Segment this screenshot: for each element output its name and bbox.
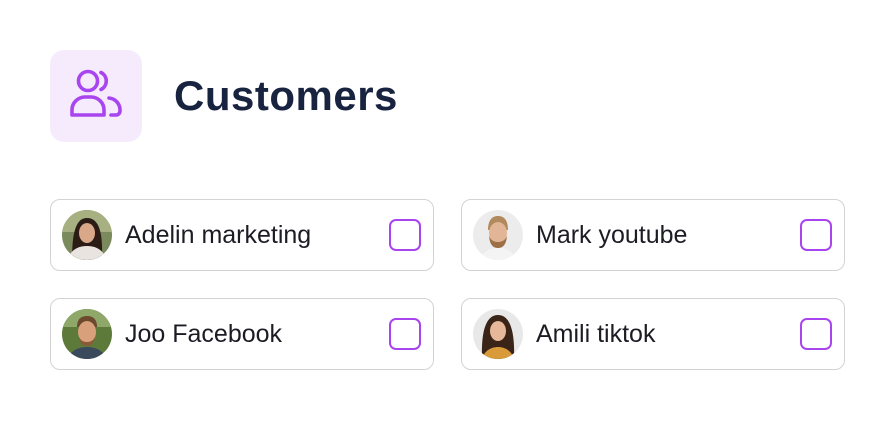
avatar [62, 309, 112, 359]
avatar [473, 210, 523, 260]
customer-card[interactable]: Adelin marketing [50, 199, 434, 271]
customer-checkbox[interactable] [800, 318, 832, 350]
customer-checkbox[interactable] [389, 219, 421, 251]
header: Customers [50, 50, 398, 142]
avatar [62, 210, 112, 260]
avatar [473, 309, 523, 359]
customer-checkbox[interactable] [389, 318, 421, 350]
customer-card[interactable]: Amili tiktok [461, 298, 845, 370]
customer-name: Joo Facebook [125, 319, 283, 348]
page-title: Customers [174, 72, 398, 119]
customer-card[interactable]: Mark youtube [461, 199, 845, 271]
customer-checkbox[interactable] [800, 219, 832, 251]
users-icon [68, 68, 124, 125]
customer-name: Mark youtube [536, 220, 688, 249]
customer-card[interactable]: Joo Facebook [50, 298, 434, 370]
customers-panel: Customers Adelin marketing Mark youtube … [0, 0, 896, 422]
customer-name: Amili tiktok [536, 319, 656, 348]
users-icon-tile [50, 50, 142, 142]
customer-name: Adelin marketing [125, 220, 312, 249]
